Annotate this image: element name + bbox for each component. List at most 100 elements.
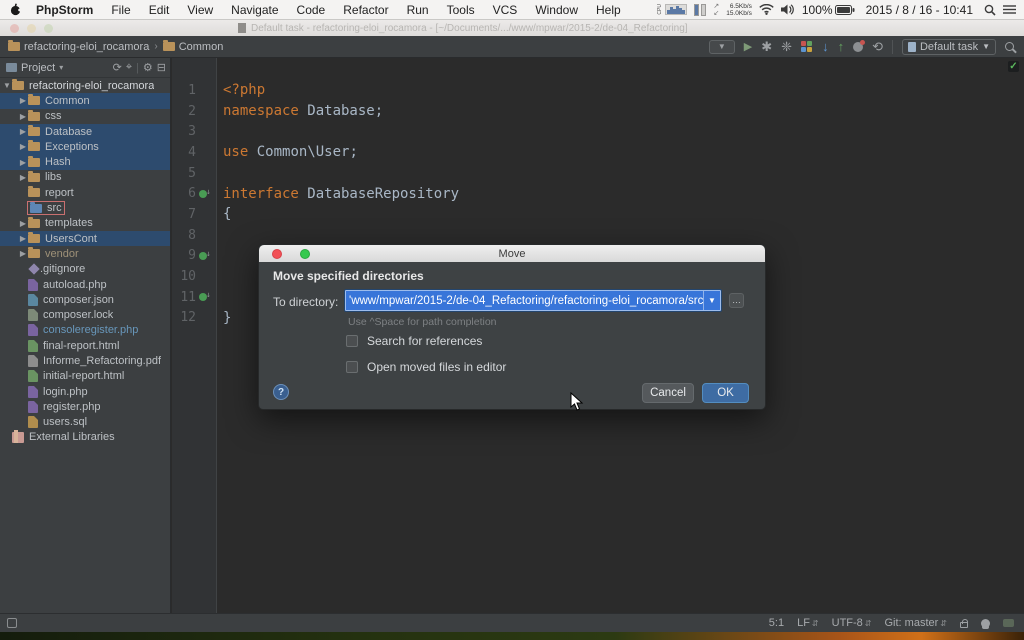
notification-center-icon[interactable] [1003,4,1016,15]
tree-item-login-php[interactable]: login.php [0,384,170,399]
expand-arrow-icon[interactable]: ▶ [18,127,28,136]
expand-arrow-icon[interactable]: ▶ [18,173,28,182]
expand-arrow-icon[interactable]: ▶ [18,96,28,105]
tree-item-autoload-php[interactable]: autoload.php [0,277,170,292]
sync-icon[interactable]: ⟳ [113,61,122,74]
menu-item-run[interactable]: Run [398,3,438,17]
locate-icon[interactable]: ⌖ [126,61,132,74]
line-number[interactable]: 5 [172,166,196,181]
expand-arrow-icon[interactable]: ▶ [18,112,28,121]
readonly-lock-icon[interactable] [960,622,968,628]
tree-item-register-php[interactable]: register.php [0,399,170,414]
tree-item-initial-report-html[interactable]: initial-report.html [0,369,170,384]
tree-item-composer-lock[interactable]: composer.lock [0,307,170,322]
line-number[interactable]: 10 [172,269,196,284]
tree-item-vendor[interactable]: ▶vendor [0,246,170,261]
implement-marker-icon[interactable] [199,190,207,198]
collapse-all-icon[interactable]: ⊟ [157,61,166,74]
gear-icon[interactable]: ⚙ [143,61,153,74]
menu-item-refactor[interactable]: Refactor [334,3,397,17]
code-line[interactable]: use Common\User; [218,142,1024,163]
breadcrumb-item-Common[interactable]: Common [163,41,224,53]
vcs-update-button[interactable]: ↓ [822,40,829,54]
tree-item-final-report-html[interactable]: final-report.html [0,338,170,353]
line-number[interactable]: 2 [172,104,196,119]
tree-item-external-libraries[interactable]: External Libraries [0,430,170,445]
menu-item-edit[interactable]: Edit [140,3,179,17]
cpu-widget[interactable]: CPU [658,4,687,15]
tree-item-consoleregister-php[interactable]: consoleregister.php [0,323,170,338]
dialog-zoom-button[interactable] [300,249,310,259]
code-line[interactable]: <?php [218,80,1024,101]
code-line[interactable] [218,163,1024,184]
breadcrumb-item-refactoring-eloi_rocamora[interactable]: refactoring-eloi_rocamora [8,41,149,53]
volume-icon[interactable] [781,4,795,15]
code-line[interactable] [218,121,1024,142]
profile-button[interactable]: ❈ [781,40,792,54]
menu-item-vcs[interactable]: VCS [484,3,527,17]
vcs-commit-button[interactable]: ↑ [838,40,845,54]
tree-item-userscont[interactable]: ▶UsersCont [0,231,170,246]
expand-arrow-icon[interactable]: ▶ [18,158,28,167]
menu-item-code[interactable]: Code [288,3,335,17]
search-everywhere-button[interactable] [1005,42,1014,51]
code-line[interactable]: interface DatabaseRepository [218,183,1024,204]
expand-arrow-icon[interactable]: ▶ [18,234,28,243]
expand-arrow-icon[interactable]: ▶ [18,249,28,258]
apple-menu[interactable] [0,3,27,16]
browse-button[interactable]: … [729,293,744,308]
battery-widget[interactable]: 100% [802,3,855,17]
ok-button[interactable]: OK [702,383,749,403]
tree-item-src[interactable]: src [0,200,170,215]
tree-item--gitignore[interactable]: .gitignore [0,262,170,277]
expand-arrow-icon[interactable]: ▶ [18,219,28,228]
dialog-close-button[interactable] [272,249,282,259]
tree-item-informe-refactoring-pdf[interactable]: Informe_Refactoring.pdf [0,353,170,368]
to-directory-value[interactable]: 'www/mpwar/2015-2/de-04_Refactoring/refa… [346,295,703,307]
search-for-references-checkbox[interactable]: Search for references [346,334,482,348]
event-log-bubble-icon[interactable] [1003,619,1014,627]
tree-item-database[interactable]: ▶Database [0,124,170,139]
chevron-down-icon[interactable]: ▼ [703,291,720,310]
cancel-button[interactable]: Cancel [642,383,694,403]
line-number[interactable]: 3 [172,124,196,139]
code-line[interactable]: namespace Database; [218,101,1024,122]
tree-item-refactoring-eloi-rocamora[interactable]: ▼refactoring-eloi_rocamora [0,78,170,93]
line-number[interactable]: 7 [172,207,196,222]
line-number[interactable]: 9 [172,248,196,263]
window-minimize-button[interactable] [27,24,36,33]
line-number[interactable]: 11 [172,290,196,305]
implement-marker-icon[interactable] [199,293,207,301]
tree-item-css[interactable]: ▶css [0,109,170,124]
run-button[interactable]: ▶ [744,40,752,54]
inspection-status-icon[interactable]: ✓ [1008,61,1019,72]
project-view-dropdown[interactable]: ▾ [59,63,63,72]
line-separator-selector[interactable]: LF⇵ [797,617,819,629]
expand-arrow-icon[interactable]: ▶ [18,142,28,151]
settings-grid-button[interactable] [801,41,813,53]
menu-item-help[interactable]: Help [587,3,630,17]
tree-item-report[interactable]: report [0,185,170,200]
implement-marker-icon[interactable] [199,252,207,260]
line-number[interactable]: 4 [172,145,196,160]
spotlight-icon[interactable] [984,4,996,16]
help-button[interactable]: ? [273,384,289,400]
menu-clock[interactable]: 2015 / 8 / 16 - 10:41 [862,3,977,17]
rollback-button[interactable]: ⟲ [872,40,883,54]
network-speeds[interactable]: 6.5Kb/s 15.0Kb/s [726,3,752,17]
caret-position[interactable]: 5:1 [769,617,784,629]
encoding-selector[interactable]: UTF-8⇵ [832,617,872,629]
menu-item-app[interactable]: PhpStorm [27,3,102,17]
toolwindow-toggle-icon[interactable] [7,618,17,628]
line-number[interactable]: 12 [172,310,196,325]
memory-widget[interactable] [694,4,706,16]
line-number[interactable]: 8 [172,228,196,243]
dialog-title-bar[interactable]: Move [259,245,765,262]
tree-item-exceptions[interactable]: ▶Exceptions [0,139,170,154]
menu-item-view[interactable]: View [178,3,222,17]
code-line[interactable]: { [218,204,1024,225]
expand-arrow-icon[interactable]: ▼ [2,81,12,90]
to-directory-combobox[interactable]: 'www/mpwar/2015-2/de-04_Refactoring/refa… [345,290,721,311]
tree-item-hash[interactable]: ▶Hash [0,154,170,169]
tree-item-common[interactable]: ▶Common [0,93,170,108]
